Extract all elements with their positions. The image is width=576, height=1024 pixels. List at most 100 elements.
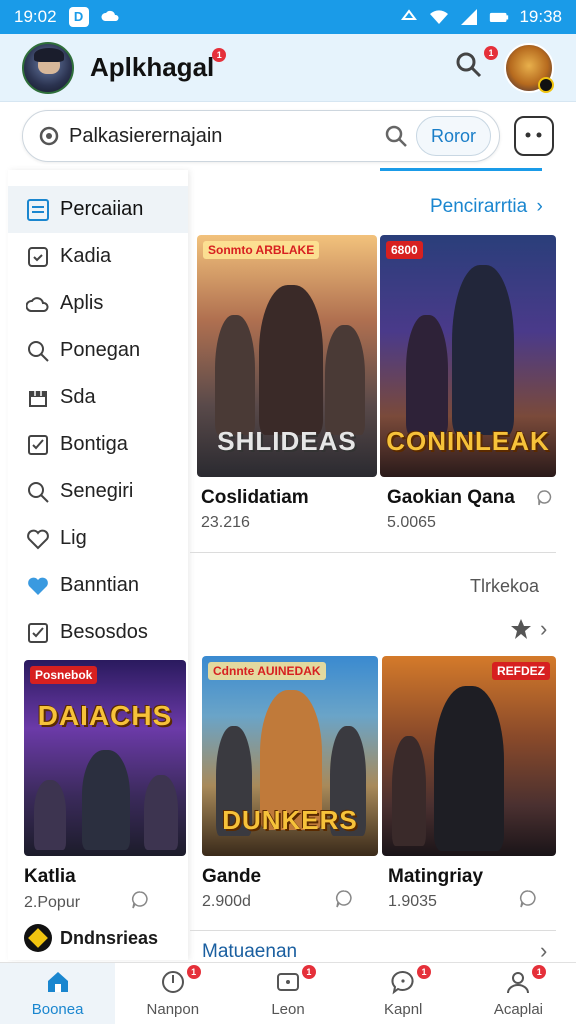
- game-card-title: Coslidatiam: [201, 487, 309, 508]
- search-badge: 1: [484, 46, 498, 60]
- game-card-meta: 23.216: [201, 514, 250, 531]
- promo-character: [144, 775, 178, 850]
- promo-title: Katlia: [24, 866, 76, 887]
- game-card-tag: Sonmto ARBLAKE: [203, 241, 320, 259]
- nav-badge: 1: [186, 965, 201, 979]
- user-avatar[interactable]: [22, 41, 74, 94]
- sidebar-item-sda[interactable]: Sda: [8, 374, 188, 421]
- sidebar-item-aplis[interactable]: Aplis: [8, 280, 188, 327]
- wifi-icon: [430, 10, 449, 24]
- nav-item-nanpon[interactable]: 1 Nanpon: [115, 963, 230, 1024]
- section-link-pencirarrtia[interactable]: Pencirarrtia ›: [430, 196, 543, 218]
- search-button[interactable]: 1: [454, 46, 498, 85]
- sidebar-item-percaiian[interactable]: Percaiian: [8, 186, 188, 233]
- game-character: [452, 265, 514, 435]
- chat-button[interactable]: [514, 116, 554, 156]
- sidebar-item-label: Bontiga: [60, 433, 128, 455]
- search-icon: [28, 481, 49, 503]
- sidebar-item-label: Senegiri: [60, 480, 134, 502]
- avatar-status-icon: [538, 76, 554, 93]
- chat-bubble-icon: [525, 132, 542, 138]
- sidebar-item-lig[interactable]: Lig: [8, 515, 188, 562]
- sidebar-item-ponegan[interactable]: Ponegan: [8, 327, 188, 374]
- game-card-title: Gaokian Qana: [387, 487, 515, 508]
- compass-icon: [161, 971, 184, 993]
- section-link-matuaenan[interactable]: Matuaenan: [202, 941, 297, 963]
- title-badge: 1: [212, 48, 227, 62]
- checked-box-icon: [28, 622, 48, 643]
- promo-character: [34, 780, 66, 850]
- nav-item-acaplai[interactable]: 1 Acaplai: [461, 963, 576, 1024]
- notification-icon: D: [68, 7, 89, 27]
- promo-meta: 2.Popur: [24, 894, 81, 911]
- section-link-label: Pencirarrtia: [430, 196, 528, 217]
- sidebar-item-senegiri[interactable]: Senegiri: [8, 468, 188, 515]
- sidebar-item-banntian[interactable]: Banntian: [8, 562, 188, 609]
- game-card-art[interactable]: Sonmto ARBLAKE SHLIDEAS: [197, 235, 377, 477]
- tab-indicator: [380, 168, 542, 171]
- search-submit-button[interactable]: Roror: [415, 116, 491, 156]
- game-card-art[interactable]: REFDEZ: [382, 656, 556, 856]
- sidebar-item-label: Ponegan: [60, 339, 141, 361]
- game-card-tag: REFDEZ: [492, 662, 550, 680]
- sidebar-item-label: Aplis: [60, 292, 104, 314]
- chevron-right-icon[interactable]: ›: [540, 938, 547, 964]
- section-divider: [190, 930, 556, 931]
- game-card-art[interactable]: 6800 CONINLEAK: [380, 235, 556, 477]
- nav-badge: 1: [532, 965, 547, 979]
- store-icon: [29, 390, 47, 407]
- sidebar-item-label: Banntian: [60, 574, 139, 596]
- status-bar: 19:02 D 19:38: [0, 0, 576, 34]
- chat-icon: [391, 971, 414, 995]
- comment-icon[interactable]: [518, 889, 538, 909]
- cloud-icon: [101, 10, 119, 21]
- promo-footer[interactable]: Dndnsrieas: [24, 924, 158, 952]
- sidebar-promo-art[interactable]: Posnebok DAIACHS: [24, 660, 186, 856]
- app-bar: Aplkhagal 1 1: [0, 34, 576, 102]
- sidebar-item-label: Besosdos: [60, 621, 148, 643]
- comment-icon[interactable]: [536, 489, 552, 507]
- search-input[interactable]: Palkasierernajain Roror: [22, 110, 500, 162]
- sidebar: Percaiian Kadia Aplis Ponegan Sda Bontig…: [8, 170, 188, 960]
- promo-character: [82, 750, 130, 850]
- game-card-meta: 2.900d: [202, 893, 251, 910]
- chevron-right-icon[interactable]: ›: [540, 616, 547, 642]
- heart-outline-icon: [27, 529, 49, 549]
- nav-item-leon[interactable]: 1 Leon: [230, 963, 345, 1024]
- nav-item-kapnl[interactable]: 1 Kapnl: [346, 963, 461, 1024]
- sidebar-item-besosdos[interactable]: Besosdos: [8, 609, 188, 656]
- bottom-nav: Boonea 1 Nanpon 1 Leon 1 Kapnl 1 Acaplai: [0, 962, 576, 1024]
- section-link-label: Matuaenan: [202, 941, 298, 962]
- heart-filled-icon: [28, 577, 48, 595]
- nav-item-label: Nanpon: [146, 1001, 200, 1018]
- list-icon: [27, 198, 49, 221]
- nav-item-boonea[interactable]: Boonea: [0, 963, 116, 1024]
- nav-item-label: Kapnl: [384, 1001, 423, 1018]
- sidebar-item-bontiga[interactable]: Bontiga: [8, 421, 188, 468]
- promo-art-title: DAIACHS: [37, 700, 173, 731]
- section-divider: [190, 552, 556, 553]
- game-art-title: DUNKERS: [222, 805, 358, 835]
- sidebar-item-kadia[interactable]: Kadia: [8, 233, 188, 280]
- app-title-text: Aplkhagal: [90, 52, 215, 82]
- game-character: [259, 285, 323, 435]
- star-icon[interactable]: [510, 618, 532, 640]
- cloud-icon: [26, 296, 49, 312]
- comment-icon[interactable]: [130, 890, 150, 910]
- comment-icon[interactable]: [334, 889, 354, 909]
- game-art-title: CONINLEAK: [386, 426, 550, 456]
- brand-logo-icon: [24, 924, 52, 952]
- profile-avatar[interactable]: [504, 42, 554, 93]
- game-card-tag: 6800: [386, 241, 423, 259]
- sidebar-item-label: Kadia: [60, 245, 112, 267]
- nav-item-label: Boonea: [31, 1001, 84, 1018]
- app-title: Aplkhagal 1: [90, 48, 227, 83]
- magnifier-icon[interactable]: [384, 124, 408, 148]
- game-card-meta: 1.9035: [388, 893, 437, 910]
- apps-icon: [277, 973, 299, 991]
- status-time-left: 19:02: [14, 7, 57, 26]
- checkbox-icon: [28, 246, 48, 267]
- game-card-meta: 5.0065: [387, 514, 436, 531]
- game-card-art[interactable]: Cdnnte AUINEDAK DUNKERS: [202, 656, 378, 856]
- game-card-tag: Cdnnte AUINEDAK: [208, 662, 326, 680]
